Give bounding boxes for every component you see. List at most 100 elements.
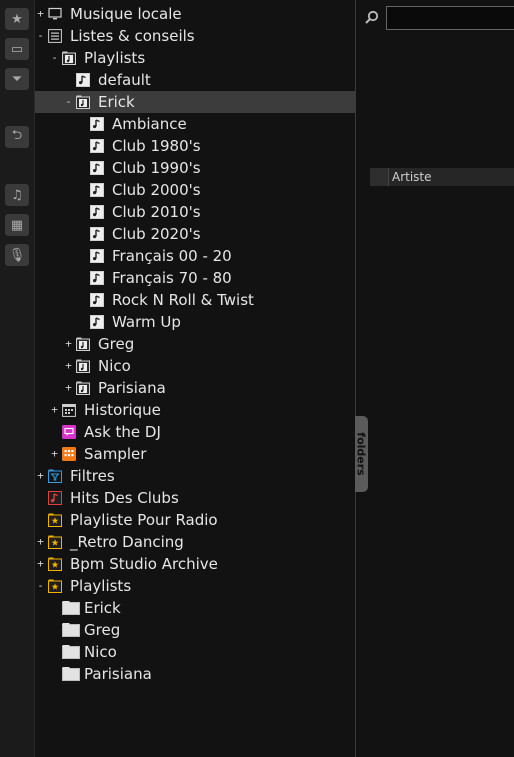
folder-add-button[interactable]: ▭ (5, 38, 29, 60)
expand-icon[interactable]: + (36, 553, 45, 575)
tree-item[interactable]: + _Retro Dancing (35, 531, 355, 553)
tree-item[interactable]: Club 2020's (35, 223, 355, 245)
playlist-icon (90, 205, 104, 219)
playlist-icon (90, 117, 104, 131)
tree-item[interactable]: + Parisiana (35, 377, 355, 399)
favorites-star-button[interactable]: ★ (5, 8, 29, 30)
playlist-folder-icon (76, 381, 90, 395)
tree-item-label: Ambiance (112, 115, 187, 133)
star-folder-icon (48, 557, 62, 571)
collapse-icon[interactable]: - (36, 25, 45, 47)
folder-tree: + Musique locale - Listes & conseils - Playli… (35, 0, 356, 757)
collapse-icon[interactable]: - (64, 91, 73, 113)
star-folder-icon (48, 513, 62, 527)
tree-item[interactable]: Greg (35, 619, 355, 641)
tree-item-label: Musique locale (70, 5, 182, 23)
folder-icon (62, 667, 80, 681)
filter-add-button[interactable]: ⏷ (5, 68, 29, 90)
folders-side-tab[interactable]: folders (355, 416, 368, 492)
playlist-folder-icon (76, 337, 90, 351)
tree-item[interactable]: + Bpm Studio Archive (35, 553, 355, 575)
tree-item[interactable]: - Listes & conseils (35, 25, 355, 47)
search-input[interactable] (386, 6, 514, 30)
tree-item-label: Filtres (70, 467, 115, 485)
expand-icon[interactable]: + (64, 355, 73, 377)
column-header-row: Artiste (370, 168, 514, 186)
tree-item-label: Club 1990's (112, 159, 201, 177)
tree-item-label: Greg (98, 335, 135, 353)
tree-item-label: _Retro Dancing (70, 533, 184, 551)
tree-item[interactable]: + Nico (35, 355, 355, 377)
folder-icon (62, 623, 80, 637)
tree-item-label: Greg (84, 621, 121, 639)
playlist-icon (90, 183, 104, 197)
tree-item[interactable]: Français 00 - 20 (35, 245, 355, 267)
tree-item[interactable]: Français 70 - 80 (35, 267, 355, 289)
tree-item[interactable]: Ambiance (35, 113, 355, 135)
column-header-handle[interactable] (370, 168, 389, 186)
tree-item-label: Sampler (84, 445, 147, 463)
collapse-icon[interactable]: - (50, 47, 59, 69)
playlist-folder-icon (76, 95, 90, 109)
monitor-icon (48, 7, 62, 21)
chat-icon (62, 425, 76, 439)
playlist-icon (90, 161, 104, 175)
collapse-icon[interactable]: - (36, 575, 45, 597)
tree-item[interactable]: + Sampler (35, 443, 355, 465)
video-view-button[interactable]: ▦ (5, 214, 29, 236)
tree-item-label: Français 00 - 20 (112, 247, 232, 265)
search-icon[interactable] (364, 10, 380, 26)
tree-item[interactable]: Club 1980's (35, 135, 355, 157)
tree-item[interactable]: Rock N Roll & Twist (35, 289, 355, 311)
tree-item[interactable]: Hits Des Clubs (35, 487, 355, 509)
column-header-artist[interactable]: Artiste (392, 168, 432, 186)
sampler-grid-icon (62, 447, 76, 461)
folder-icon (62, 601, 80, 615)
tree-item-label: Listes & conseils (70, 27, 195, 45)
tree-item[interactable]: + Filtres (35, 465, 355, 487)
star-folder-icon (48, 579, 62, 593)
expand-icon[interactable]: + (36, 3, 45, 25)
playlist-icon (90, 139, 104, 153)
tree-item-label: Rock N Roll & Twist (112, 291, 254, 309)
expand-icon[interactable]: + (50, 443, 59, 465)
tree-item[interactable]: - Playlists (35, 47, 355, 69)
tree-item[interactable]: - Erick (35, 91, 355, 113)
folders-tab-label: folders (354, 432, 368, 476)
tree-item-label: default (98, 71, 151, 89)
music-view-button[interactable]: ♫ (5, 184, 29, 206)
expand-icon[interactable]: + (50, 399, 59, 421)
playlist-icon (76, 73, 90, 87)
expand-icon[interactable]: + (36, 465, 45, 487)
tree-item-label: Français 70 - 80 (112, 269, 232, 287)
expand-icon[interactable]: + (36, 531, 45, 553)
tree-item[interactable]: Nico (35, 641, 355, 663)
browser-panel (356, 0, 514, 757)
tree-item-label: Hits Des Clubs (70, 489, 179, 507)
tree-item[interactable]: Parisiana (35, 663, 355, 685)
left-toolbar: ★ ▭ ⏷ ⮌ ♫ ▦ 🎙 (0, 0, 35, 757)
tree-item[interactable]: Warm Up (35, 311, 355, 333)
microphone-button[interactable]: 🎙 (5, 244, 29, 266)
tree-item[interactable]: default (35, 69, 355, 91)
tree-item[interactable]: Club 2000's (35, 179, 355, 201)
playlist-icon (90, 227, 104, 241)
tree-item-label: Erick (98, 93, 135, 111)
tree-item-label: Historique (84, 401, 161, 419)
tree-item[interactable]: Playliste Pour Radio (35, 509, 355, 531)
tree-item[interactable]: + Historique (35, 399, 355, 421)
tree-item[interactable]: + Greg (35, 333, 355, 355)
expand-icon[interactable]: + (64, 377, 73, 399)
tree-item[interactable]: Ask the DJ (35, 421, 355, 443)
tree-item[interactable]: + Musique locale (35, 3, 355, 25)
tree-item-label: Playliste Pour Radio (70, 511, 218, 529)
expand-icon[interactable]: + (64, 333, 73, 355)
tree-item[interactable]: - Playlists (35, 575, 355, 597)
tree-item-label: Warm Up (112, 313, 181, 331)
tree-item[interactable]: Club 1990's (35, 157, 355, 179)
tree-item[interactable]: Erick (35, 597, 355, 619)
back-button[interactable]: ⮌ (5, 126, 29, 148)
tree-item[interactable]: Club 2010's (35, 201, 355, 223)
tree-item-label: Ask the DJ (84, 423, 161, 441)
tree-item-label: Playlists (84, 49, 146, 67)
